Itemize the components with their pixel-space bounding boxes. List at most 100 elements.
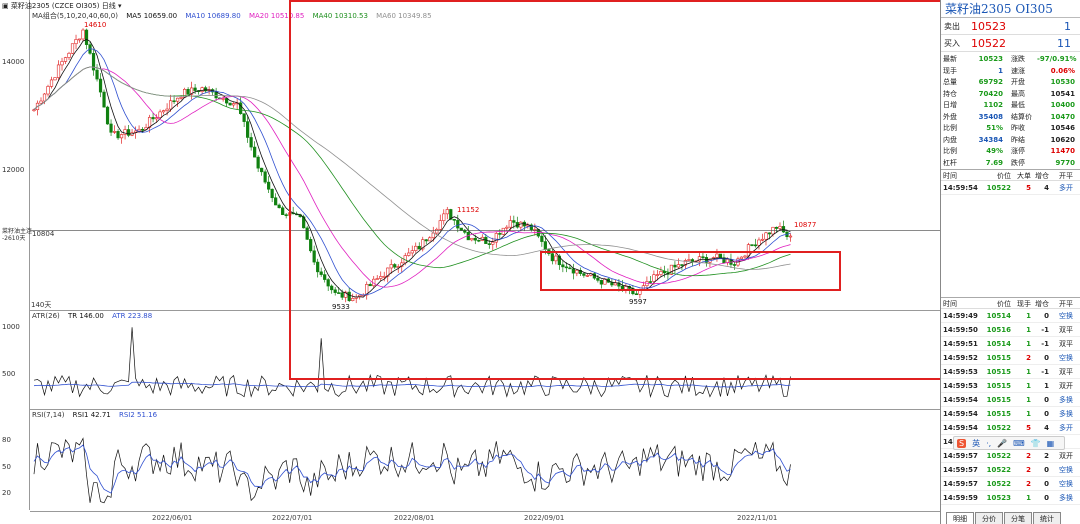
candle-body [168, 100, 173, 110]
table-cell: 4 [1044, 424, 1049, 432]
ime-toolbar[interactable]: S 英 ·, 🎤 ⌨ 👕 ▦ [953, 436, 1065, 450]
annotation-high: 14610 [84, 21, 107, 29]
quote-value: 1102 [983, 101, 1003, 109]
panel-divider[interactable] [30, 310, 940, 311]
candle-body [126, 129, 131, 136]
candle-body [554, 255, 558, 262]
candle-body [393, 264, 397, 268]
quote-row: 比例 49% 涨停 11470 [941, 146, 1080, 158]
candle-body [473, 237, 477, 241]
candle-body [424, 239, 428, 242]
rsi-tick-20: 20 [2, 489, 11, 497]
table-cell: 10515 [986, 382, 1011, 390]
candle-body [788, 235, 793, 238]
trade-header: 时间 价位 现手 增仓 开平 [941, 297, 1080, 309]
indicator-line-1 [33, 327, 791, 399]
chart-area[interactable]: ▣ 菜籽油2305 (CZCE OI305) 日线 ▾ MA组合(5,10,20… [0, 0, 940, 524]
table-row[interactable]: 14:59:57 10522 2 0 空换 [941, 477, 1080, 491]
rsi-chart[interactable] [30, 420, 940, 510]
quote-key: 最低 [1011, 101, 1025, 109]
candle-body [655, 274, 660, 276]
ime-lang-icon[interactable]: 英 [972, 438, 980, 449]
ma60-line [33, 66, 791, 270]
candle-body [582, 273, 586, 276]
rsi-legend-label[interactable]: RSI(7,14) [32, 411, 64, 419]
table-row[interactable]: 14:59:53 10515 1 -1 双平 [941, 365, 1080, 379]
table-cell: 多换 [1059, 396, 1073, 404]
table-row[interactable]: 14:59:50 10516 1 -1 双平 [941, 323, 1080, 337]
shirt-icon[interactable]: 👕 [1031, 439, 1041, 448]
tab-detail[interactable]: 明细 [946, 512, 974, 524]
table-row[interactable]: 14:59:54 10515 1 0 多换 [941, 407, 1080, 421]
candle-body [543, 241, 547, 250]
table-cell: 多开 [1059, 424, 1073, 432]
candle-body [53, 77, 57, 81]
quote-value: 70420 [978, 89, 1003, 98]
candlestick-chart[interactable] [30, 20, 940, 310]
candle-body [81, 29, 85, 40]
table-row[interactable]: 14:59:49 10514 1 0 空换 [941, 309, 1080, 323]
keyboard-icon[interactable]: ⌨ [1013, 439, 1025, 448]
period-select[interactable]: 日线 [102, 2, 116, 10]
tab-ticks[interactable]: 分笔 [1004, 512, 1032, 524]
table-row[interactable]: 14:59:59 10523 1 0 多换 [941, 491, 1080, 505]
table-row[interactable]: 14:59:52 10515 2 0 空换 [941, 351, 1080, 365]
candle-body [109, 123, 113, 133]
y-tick-12000: 12000 [2, 166, 25, 174]
candle-body [74, 39, 78, 45]
ime-logo-icon[interactable]: S [957, 438, 967, 448]
candle-body [337, 292, 341, 294]
table-cell: 空换 [1059, 354, 1073, 362]
candle-body [246, 121, 250, 138]
candle-body [550, 253, 554, 262]
column-header: 增仓 [1035, 300, 1049, 308]
candle-body [70, 43, 75, 54]
grid-icon[interactable]: ▦ [1047, 439, 1055, 448]
candle-body [84, 29, 89, 45]
table-cell: 多换 [1059, 494, 1073, 502]
trade-list[interactable]: 14:59:49 10514 1 0 空换 14:59:50 10516 1 -1 双平 14:59… [941, 309, 1080, 505]
table-cell: 14:59:50 [943, 326, 978, 334]
table-cell: 空换 [1059, 312, 1073, 320]
menu-icon[interactable]: ▣ [2, 2, 9, 10]
candle-body [98, 78, 103, 93]
table-row[interactable]: 14:59:53 10515 1 1 双开 [941, 379, 1080, 393]
rsi1-value: RSI1 42.71 [72, 411, 111, 419]
quote-value: 1 [998, 66, 1003, 75]
quote-key: 最新 [943, 55, 957, 63]
candle-body [186, 89, 190, 95]
bid-row[interactable]: 买入 10522 11 [941, 35, 1080, 52]
ask-row[interactable]: 卖出 10523 1 [941, 18, 1080, 35]
table-cell: 双平 [1059, 340, 1073, 348]
ime-punct-icon[interactable]: ·, [986, 439, 991, 448]
column-header: 价位 [997, 172, 1011, 180]
candle-body [309, 239, 313, 252]
candle-body [764, 232, 768, 240]
atr-chart[interactable] [30, 320, 940, 408]
table-cell: 双平 [1059, 326, 1073, 334]
table-row[interactable]: 14:59:57 10522 2 0 空换 [941, 463, 1080, 477]
tab-price[interactable]: 分价 [975, 512, 1003, 524]
big-order-list[interactable]: 14:59:54 10522 5 4 多开 [941, 181, 1080, 195]
table-row[interactable]: 14:59:54 10515 1 0 多换 [941, 393, 1080, 407]
column-header: 时间 [943, 300, 957, 308]
atr-legend: ATR(26) TR 146.00 ATR 223.88 [32, 312, 158, 320]
indicator-line-2 [33, 444, 791, 494]
ma-legend-label[interactable]: MA组合(5,10,20,40,60,0) [32, 12, 118, 20]
bid-price: 10522 [971, 36, 1006, 50]
microphone-icon[interactable]: 🎤 [997, 439, 1007, 448]
panel-divider[interactable] [30, 409, 940, 410]
chevron-down-icon[interactable]: ▾ [118, 2, 122, 10]
quote-value: 10523 [978, 55, 1003, 63]
ask-price: 10523 [971, 19, 1006, 33]
table-cell: 5 [1026, 184, 1031, 192]
table-row[interactable]: 14:59:57 10522 2 2 双开 [941, 449, 1080, 463]
table-row[interactable]: 14:59:54 10522 5 4 多开 [941, 421, 1080, 435]
atr-legend-label[interactable]: ATR(26) [32, 312, 60, 320]
quote-value: 10546 [1050, 124, 1075, 132]
table-row[interactable]: 14:59:51 10514 1 -1 双平 [941, 337, 1080, 351]
table-row[interactable]: 14:59:54 10522 5 4 多开 [941, 181, 1080, 195]
candle-body [330, 285, 334, 291]
tab-stats[interactable]: 统计 [1033, 512, 1061, 524]
trade-detail-panel[interactable]: 时间 价位 现手 增仓 开平 14:59:49 10514 1 0 空换 14:59:50 1051… [941, 297, 1080, 505]
